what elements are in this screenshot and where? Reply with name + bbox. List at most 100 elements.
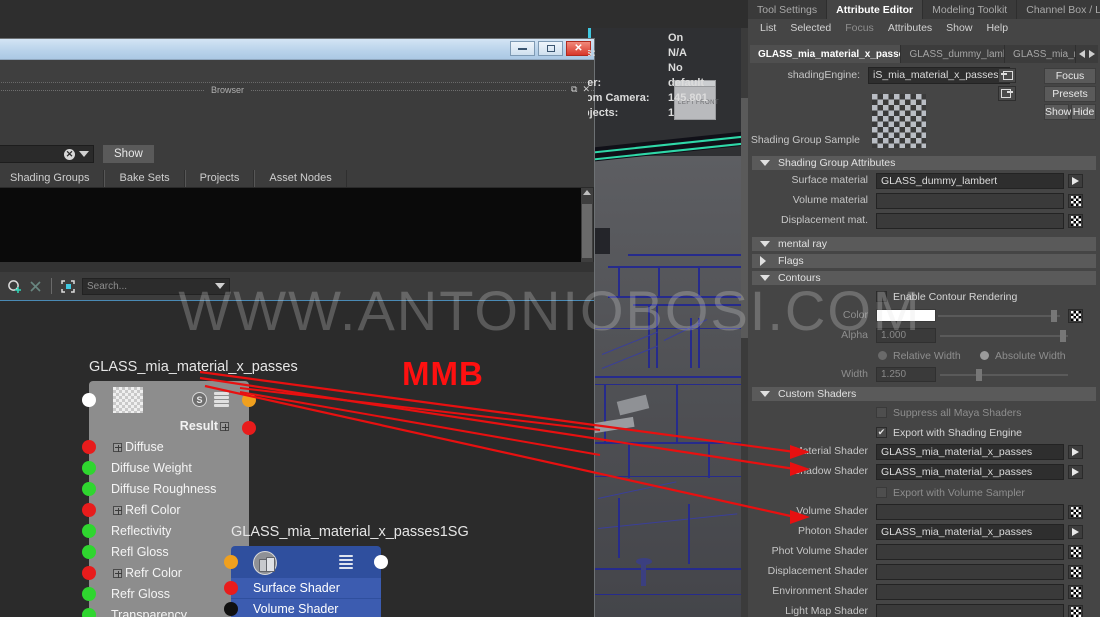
node-tab-nav[interactable] bbox=[1076, 45, 1098, 63]
frame-selected-icon[interactable] bbox=[59, 278, 76, 295]
twisty-closed-icon[interactable] bbox=[760, 256, 766, 266]
displacement-material-map-button[interactable] bbox=[1068, 214, 1083, 228]
editor-top-tabs[interactable]: Tool Settings Attribute Editor Modeling … bbox=[748, 0, 1100, 19]
attr-port-refr-gloss[interactable] bbox=[82, 587, 96, 601]
window-titlebar[interactable]: ✕ bbox=[0, 39, 594, 60]
node-tab-mia-material[interactable]: GLASS_mia_m bbox=[1005, 45, 1076, 63]
browser-panel-titlebar[interactable]: Browser ⧉ ✕ bbox=[0, 82, 594, 97]
clear-search-icon[interactable]: ✕ bbox=[64, 148, 75, 160]
hypershade-window[interactable]: ✕ ow Options Help Browser ⧉ ✕ bbox=[0, 38, 595, 617]
node2-attr-row[interactable]: Surface Shader bbox=[224, 578, 381, 598]
tab-asset-nodes[interactable]: Asset Nodes bbox=[254, 170, 347, 187]
attr-port-diffuse[interactable] bbox=[82, 440, 96, 454]
contour-width-field[interactable]: 1.250 bbox=[876, 367, 936, 382]
browser-tabs[interactable]: Lights Cameras Shading Groups Bake Sets … bbox=[0, 168, 594, 187]
node1-output-port[interactable] bbox=[242, 393, 256, 407]
twisty-open-icon[interactable] bbox=[760, 391, 770, 397]
attr-port-reflectivity[interactable] bbox=[82, 524, 96, 538]
enable-contour-checkbox[interactable] bbox=[876, 291, 887, 302]
contour-width-mode-row[interactable]: Relative Width Absolute Width bbox=[748, 348, 1100, 364]
node2-output-port[interactable] bbox=[374, 555, 388, 569]
panel-undock-icon[interactable]: ⧉ bbox=[571, 84, 577, 95]
contour-color-swatch[interactable] bbox=[876, 309, 936, 322]
expand-icon[interactable] bbox=[113, 568, 122, 578]
maximize-button[interactable] bbox=[538, 41, 563, 56]
node2-attr-row[interactable]: Volume Shader bbox=[224, 599, 381, 617]
light-map-shader-map-button[interactable] bbox=[1068, 605, 1083, 617]
slider-thumb[interactable] bbox=[1051, 310, 1057, 322]
menu-item-help[interactable]: Help bbox=[979, 22, 1015, 34]
tab-tool-settings[interactable]: Tool Settings bbox=[748, 0, 828, 19]
volume-material-map-button[interactable] bbox=[1068, 194, 1083, 208]
node1-result-row[interactable]: Result bbox=[89, 419, 256, 437]
menu-item-focus[interactable]: Focus bbox=[838, 22, 881, 34]
contour-alpha-field[interactable]: 1.000 bbox=[876, 328, 936, 343]
input-connection-icon[interactable] bbox=[998, 68, 1016, 83]
material-shader-connect-button[interactable] bbox=[1068, 445, 1083, 459]
node-tabs[interactable]: GLASS_mia_material_x_passes1SG GLASS_dum… bbox=[750, 45, 1098, 63]
attr-port-volume-shader[interactable] bbox=[224, 602, 238, 616]
shadow-shader-connect-button[interactable] bbox=[1068, 465, 1083, 479]
scrollbar-thumb[interactable] bbox=[741, 98, 748, 338]
chevron-down-icon[interactable] bbox=[79, 151, 89, 157]
add-node-icon[interactable] bbox=[6, 278, 23, 295]
tab-shading-groups[interactable]: Shading Groups bbox=[0, 170, 105, 187]
relative-width-radio[interactable] bbox=[878, 351, 887, 360]
expand-icon[interactable] bbox=[220, 422, 229, 432]
volume-shader-field[interactable] bbox=[876, 504, 1064, 520]
phot-volume-shader-field[interactable] bbox=[876, 544, 1064, 560]
tab-projects[interactable]: Projects bbox=[184, 170, 255, 187]
contour-color-map-button[interactable] bbox=[1068, 309, 1083, 323]
environment-shader-map-button[interactable] bbox=[1068, 585, 1083, 599]
attr-port-refr-color[interactable] bbox=[82, 566, 96, 580]
twisty-open-icon[interactable] bbox=[760, 160, 770, 166]
node1-header[interactable]: S bbox=[82, 381, 256, 419]
section-mental-ray[interactable]: mental ray bbox=[752, 237, 1096, 251]
contour-width-slider-track[interactable] bbox=[940, 369, 1068, 381]
node-tab-dummy-lambert[interactable]: GLASS_dummy_lambert bbox=[901, 45, 1006, 63]
node-editor-canvas[interactable]: GLASS_mia_material_x_passes S Result Dif… bbox=[0, 300, 594, 617]
node1-attr-row[interactable]: Diffuse Weight bbox=[82, 458, 249, 478]
node-tab-shading-group[interactable]: GLASS_mia_material_x_passes1SG bbox=[750, 45, 902, 63]
twisty-open-icon[interactable] bbox=[760, 275, 770, 281]
section-custom-shaders[interactable]: Custom Shaders bbox=[752, 387, 1096, 401]
volume-shader-map-button[interactable] bbox=[1068, 505, 1083, 519]
node1-attr-row[interactable]: Diffuse Roughness bbox=[82, 479, 249, 499]
node1-input-port[interactable] bbox=[82, 393, 96, 407]
browser-search-input[interactable]: *GLASS* ✕ bbox=[0, 145, 94, 163]
suppress-maya-shaders-row[interactable]: Suppress all Maya Shaders bbox=[748, 404, 1100, 421]
displacement-shader-map-button[interactable] bbox=[1068, 565, 1083, 579]
material-shader-field[interactable]: GLASS_mia_material_x_passes bbox=[876, 444, 1064, 460]
tab-bake-sets[interactable]: Bake Sets bbox=[104, 170, 185, 187]
phot-volume-shader-map-button[interactable] bbox=[1068, 545, 1083, 559]
slider-thumb[interactable] bbox=[1060, 330, 1066, 342]
shading-group-sample-swatch[interactable] bbox=[872, 94, 926, 148]
grid-toggle-icon[interactable] bbox=[0, 278, 2, 295]
node1-attr-row[interactable]: Diffuse bbox=[82, 437, 249, 457]
menu-item-show[interactable]: Show bbox=[939, 22, 979, 34]
scroll-up-icon[interactable] bbox=[583, 190, 591, 195]
displacement-material-field[interactable] bbox=[876, 213, 1064, 229]
light-map-shader-field[interactable] bbox=[876, 604, 1064, 617]
absolute-width-radio[interactable] bbox=[980, 351, 989, 360]
menu-item-attributes[interactable]: Attributes bbox=[881, 22, 939, 34]
node1-menu-icon[interactable] bbox=[214, 392, 229, 407]
contour-color-slider-track[interactable] bbox=[938, 310, 1060, 322]
scrollbar-thumb[interactable] bbox=[582, 204, 592, 258]
attr-port-surface-shader[interactable] bbox=[224, 581, 238, 595]
export-volume-sampler-row[interactable]: Export with Volume Sampler bbox=[748, 484, 1100, 501]
focus-button[interactable]: Focus bbox=[1044, 68, 1096, 84]
node1-result-port[interactable] bbox=[242, 421, 256, 435]
surface-material-connect-button[interactable] bbox=[1068, 174, 1083, 188]
attr-port-refl-color[interactable] bbox=[82, 503, 96, 517]
attr-port-refl-gloss[interactable] bbox=[82, 545, 96, 559]
section-contours[interactable]: Contours bbox=[752, 271, 1096, 285]
node1-attr-row[interactable]: Refl Color bbox=[82, 500, 249, 520]
export-shading-engine-row[interactable]: ✔ Export with Shading Engine bbox=[748, 424, 1100, 441]
node-editor-toolbar[interactable]: Search... bbox=[0, 272, 594, 300]
remove-node-icon[interactable] bbox=[27, 278, 44, 295]
node2-input-port[interactable] bbox=[224, 555, 238, 569]
attribute-editor-menubar[interactable]: List Selected Focus Attributes Show Help bbox=[748, 19, 1100, 37]
attr-port-transparency[interactable] bbox=[82, 608, 96, 617]
expand-icon[interactable] bbox=[113, 442, 122, 452]
